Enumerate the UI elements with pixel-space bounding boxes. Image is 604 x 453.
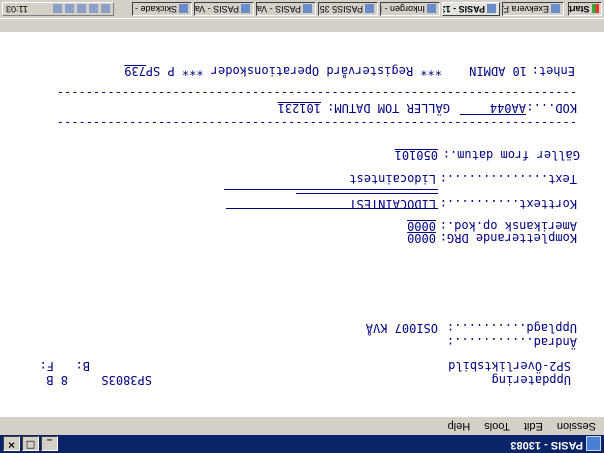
- text-field-underline: [224, 189, 438, 190]
- window-icon: [179, 4, 188, 14]
- terminal-screen[interactable]: Enhet: 10 ADMIN *** Registervård Operati…: [0, 32, 604, 417]
- text-label: Text..............:: [439, 172, 577, 186]
- kod-field-underline: [460, 114, 526, 115]
- kod-value[interactable]: AA044: [490, 101, 526, 115]
- unit-label: Enhet:: [531, 64, 575, 78]
- minimize-button[interactable]: _: [41, 436, 58, 451]
- task-button[interactable]: PASIS - Vad...: [194, 2, 254, 16]
- start-label: Start: [569, 4, 590, 14]
- start-button[interactable]: Start: [568, 2, 602, 16]
- maximize-button[interactable]: □: [22, 436, 39, 451]
- task-button[interactable]: PASIS - Vad...: [256, 2, 316, 16]
- window-title: PASIS - 13083: [510, 439, 583, 451]
- task-button[interactable]: Skickade - Mi...: [132, 2, 192, 16]
- window-icon: [427, 4, 436, 14]
- shorttext-field-underline-2: [296, 193, 438, 194]
- task-button[interactable]: Inkorgen - Mi...: [380, 2, 440, 16]
- created-value: OSI007 KVÅ: [365, 321, 438, 335]
- separator-top: ----------------------------------------…: [56, 116, 577, 130]
- speaker-icon[interactable]: [53, 4, 62, 14]
- window-icon: [551, 4, 560, 14]
- close-button[interactable]: ×: [3, 436, 20, 451]
- system-tray: 11:03: [2, 2, 114, 16]
- tray-icon[interactable]: [65, 4, 74, 14]
- window-icon: [241, 4, 250, 14]
- comp-value[interactable]: 0000: [407, 231, 436, 245]
- changed-label: Ändrad...........:: [446, 335, 577, 349]
- comp-label: Kompletterande DRG:: [439, 231, 577, 245]
- window-icon: [487, 4, 496, 14]
- screen-subtitle: SP2-Överliktsbild: [448, 359, 571, 373]
- app-window: PASIS - 13083 _ □ × Session Edit Tools H…: [0, 0, 604, 453]
- kod-label: KOD...:: [526, 101, 577, 115]
- taskbar: Start Exekvera F... PASIS - 13083 Inkorg…: [0, 0, 604, 19]
- task-button[interactable]: PASIS5 35...: [318, 2, 378, 16]
- task-button[interactable]: Exekvera F...: [502, 2, 564, 16]
- windows-flag-icon: [591, 4, 599, 14]
- f-label: F:: [39, 359, 54, 373]
- unit-value: 10 ADMIN: [469, 64, 527, 78]
- menu-bar: Session Edit Tools Help: [0, 417, 604, 435]
- tray-icon[interactable]: [89, 4, 98, 14]
- created-label: Upplagd..........:: [446, 321, 577, 335]
- valid-tom-value[interactable]: 101231: [278, 101, 321, 115]
- menu-tools[interactable]: Tools: [482, 420, 512, 432]
- task-list: Exekvera F... PASIS - 13083 Inkorgen - M…: [132, 2, 564, 16]
- separator-bottom: ----------------------------------------…: [56, 86, 577, 100]
- tray-icon[interactable]: [77, 4, 86, 14]
- text-value[interactable]: Lidocaintest: [349, 172, 436, 186]
- window-controls: _ □ ×: [3, 436, 58, 451]
- menu-session[interactable]: Session: [555, 420, 598, 432]
- footer-text: *** Registervård Operationskoder *** P S…: [145, 64, 442, 78]
- page-indicator: 8 B: [46, 373, 68, 387]
- valid-tom-label: GÄLLER TOM DATUM:: [327, 101, 450, 115]
- window-icon: [303, 4, 312, 14]
- clock: 11:03: [6, 4, 28, 14]
- app-icon: [586, 436, 601, 451]
- valid-from-value[interactable]: 050101: [395, 148, 438, 162]
- task-button-active[interactable]: PASIS - 13083: [442, 2, 500, 16]
- title-bar[interactable]: PASIS - 13083 _ □ ×: [0, 435, 604, 453]
- b-label: B:: [75, 359, 90, 373]
- menu-edit[interactable]: Edit: [522, 420, 545, 432]
- screen-title: Uppdatering: [491, 373, 571, 387]
- window-icon: [365, 4, 374, 14]
- menu-help[interactable]: Help: [446, 420, 473, 432]
- tray-icon[interactable]: [101, 4, 110, 14]
- shorttext-label: Korttext..........:: [439, 197, 577, 211]
- shorttext-field-underline: [226, 208, 438, 209]
- valid-from-label: Gäller from datum.:: [442, 148, 580, 162]
- footer-value[interactable]: 739: [124, 64, 146, 78]
- screen-code: SP3803S: [101, 373, 152, 387]
